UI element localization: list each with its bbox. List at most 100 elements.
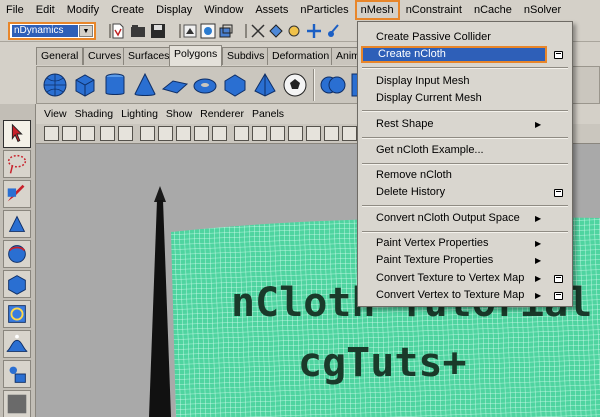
menu-create[interactable]: Create [105, 0, 150, 20]
option-box-icon[interactable] [554, 292, 563, 300]
menu-separator [362, 231, 568, 233]
menu-separator [362, 110, 568, 112]
last-tool-icon[interactable] [3, 390, 31, 417]
menu-display[interactable]: Display [150, 0, 198, 20]
show-manipulator-icon[interactable] [3, 360, 31, 388]
menu-item-display-input-mesh[interactable]: Display Input Mesh [358, 73, 572, 90]
snap-to-grid-icon[interactable] [306, 23, 322, 39]
new-scene-icon[interactable] [110, 23, 126, 39]
poly-plane-icon[interactable] [161, 71, 189, 99]
menu-separator [362, 67, 568, 69]
menu-assets[interactable]: Assets [249, 0, 294, 20]
tab-subdivs[interactable]: Subdivs [222, 47, 270, 65]
image-plane-icon[interactable] [100, 126, 115, 141]
menu-nsolver[interactable]: nSolver [518, 0, 567, 20]
grid-icon[interactable] [140, 126, 155, 141]
menu-nmesh[interactable]: nMesh [354, 0, 400, 20]
tool-box [0, 104, 36, 417]
menu-item-remove-ncloth[interactable]: Remove nCloth [358, 167, 572, 184]
select-handles-icon[interactable] [268, 23, 284, 39]
two-d-pan-zoom-icon[interactable] [118, 126, 133, 141]
menu-separator [362, 163, 568, 165]
option-box-icon[interactable] [554, 51, 563, 59]
option-box-icon[interactable] [554, 275, 563, 283]
tab-deformation[interactable]: Deformation [267, 47, 335, 65]
smooth-shade-icon[interactable] [252, 126, 267, 141]
gate-mask-icon[interactable] [194, 126, 209, 141]
select-joints-icon[interactable] [286, 23, 302, 39]
panel-menu-view[interactable]: View [44, 108, 67, 120]
submenu-arrow-icon: ▶ [535, 256, 542, 265]
open-scene-icon[interactable] [130, 23, 146, 39]
xray-icon[interactable] [288, 126, 303, 141]
select-tool-icon[interactable] [3, 120, 31, 148]
poly-cone-icon[interactable] [131, 71, 159, 99]
move-tool-icon[interactable] [3, 210, 31, 238]
menu-modify[interactable]: Modify [61, 0, 105, 20]
shelf-separator [313, 69, 315, 101]
poly-prism-icon[interactable] [221, 71, 249, 99]
soft-modification-icon[interactable] [3, 330, 31, 358]
menu-ncache[interactable]: nCache [468, 0, 518, 20]
film-gate-icon[interactable] [158, 126, 173, 141]
menu-item-delete-history[interactable]: Delete History [358, 184, 572, 201]
wireframe-on-shaded-icon[interactable] [270, 126, 285, 141]
poly-sphere-icon[interactable] [41, 71, 69, 99]
poly-soccer-ball-icon[interactable] [281, 71, 309, 99]
menu-window[interactable]: Window [198, 0, 249, 20]
menu-item-create-passive-collider[interactable]: Create Passive Collider [358, 29, 572, 46]
menu-nconstraint[interactable]: nConstraint [400, 0, 468, 20]
option-box-icon[interactable] [554, 189, 563, 197]
panel-menu-renderer[interactable]: Renderer [200, 108, 244, 120]
lasso-tool-icon[interactable] [3, 150, 31, 178]
submenu-arrow-icon: ▶ [535, 274, 542, 283]
submenu-arrow-icon: ▶ [535, 239, 542, 248]
tab-surfaces[interactable]: Surfaces [123, 47, 175, 65]
poly-torus-icon[interactable] [191, 71, 219, 99]
select-hierarchy-icon[interactable] [182, 23, 198, 39]
main-menubar: File Edit Modify Create Display Window A… [0, 0, 600, 20]
combine-icon[interactable] [319, 71, 347, 99]
lights-icon[interactable] [324, 126, 339, 141]
resolution-gate-icon[interactable] [176, 126, 191, 141]
tab-polygons[interactable]: Polygons [169, 45, 223, 66]
wireframe-icon[interactable] [234, 126, 249, 141]
snap-to-curve-icon[interactable] [326, 23, 342, 39]
menu-file[interactable]: File [0, 0, 30, 20]
shadows-icon[interactable] [342, 126, 357, 141]
panel-menu-panels[interactable]: Panels [252, 108, 284, 120]
poly-cylinder-icon[interactable] [101, 71, 129, 99]
tab-curves[interactable]: Curves [83, 47, 127, 65]
panel-menu-lighting[interactable]: Lighting [121, 108, 158, 120]
poly-pyramid-icon[interactable] [251, 71, 279, 99]
pick-mask-icon[interactable] [250, 23, 266, 39]
bookmark-icon[interactable] [80, 126, 95, 141]
panel-menu-show[interactable]: Show [166, 108, 192, 120]
paint-select-tool-icon[interactable] [3, 180, 31, 208]
chevron-down-icon[interactable]: ▼ [79, 25, 93, 37]
menu-item-get-ncloth-example[interactable]: Get nCloth Example... [358, 142, 572, 159]
tab-general[interactable]: General [36, 47, 84, 65]
menu-set-selector[interactable]: nDynamics ▼ [8, 22, 96, 40]
cloth-text-line2: cgTuts+ [298, 340, 467, 386]
menu-separator [362, 205, 568, 207]
select-component-icon[interactable] [218, 23, 234, 39]
menu-item-create-ncloth[interactable]: Create nCloth [361, 46, 547, 63]
menu-edit[interactable]: Edit [30, 0, 61, 20]
panel-menu-shading[interactable]: Shading [75, 108, 114, 120]
save-scene-icon[interactable] [150, 23, 166, 39]
submenu-arrow-icon: ▶ [535, 214, 542, 223]
camera-attributes-icon[interactable] [62, 126, 77, 141]
textured-icon[interactable] [306, 126, 321, 141]
menu-set-value: nDynamics [12, 25, 78, 37]
menu-item-display-current-mesh[interactable]: Display Current Mesh [358, 90, 572, 107]
universal-manipulator-icon[interactable] [3, 300, 31, 328]
scale-tool-icon[interactable] [3, 270, 31, 298]
nmesh-dropdown-menu: Create Passive Collider Create nCloth Di… [357, 21, 573, 307]
poly-cube-icon[interactable] [71, 71, 99, 99]
field-chart-icon[interactable] [212, 126, 227, 141]
menu-nparticles[interactable]: nParticles [294, 0, 354, 20]
rotate-tool-icon[interactable] [3, 240, 31, 268]
camera-icon[interactable] [44, 126, 59, 141]
select-object-icon[interactable] [200, 23, 216, 39]
